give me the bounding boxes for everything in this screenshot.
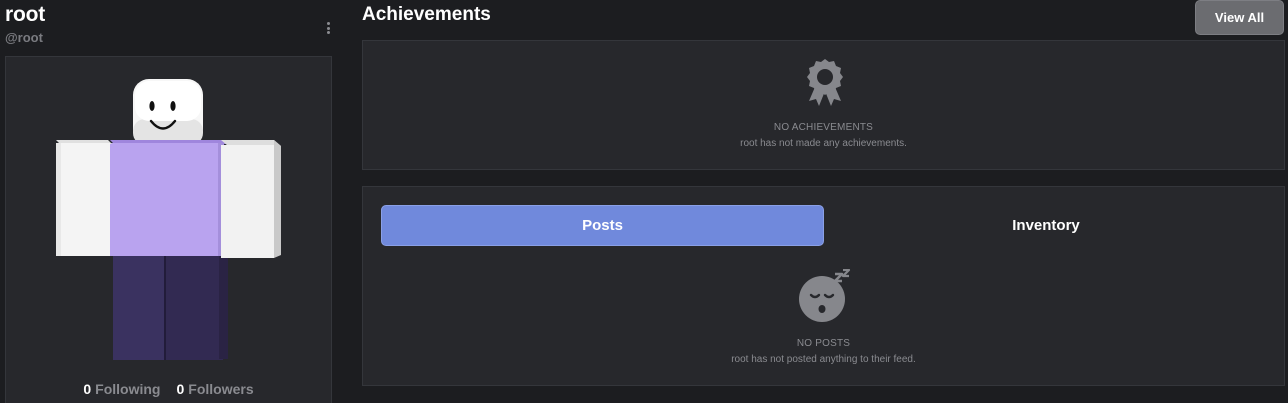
- posts-empty-message: root has not posted anything to their fe…: [731, 354, 916, 365]
- avatar-head: [133, 79, 203, 145]
- sleeping-face-icon: [799, 269, 851, 322]
- achievements-empty-message: root has not made any achievements.: [740, 138, 907, 149]
- profile-handle: @root: [5, 30, 43, 45]
- more-options-icon[interactable]: [322, 20, 334, 36]
- avatar-left-arm: [56, 140, 112, 256]
- follow-stats: 0 Following 0 Followers: [6, 381, 331, 397]
- profile-sidebar: root @root 0 Following 0 Followers: [0, 0, 340, 403]
- award-ribbon-icon: [807, 59, 843, 106]
- view-all-button[interactable]: View All: [1195, 0, 1284, 35]
- achievements-empty-title: NO ACHIEVEMENTS: [773, 122, 874, 133]
- followers-link[interactable]: 0 Followers: [176, 381, 253, 397]
- feed-panel: Posts Inventory NO POSTS root has not po…: [362, 186, 1285, 386]
- posts-empty-title: NO POSTS: [796, 338, 851, 349]
- profile-display-name: root: [5, 3, 46, 26]
- followers-label: Followers: [188, 381, 254, 397]
- following-label: Following: [95, 381, 161, 397]
- followers-count: 0: [176, 381, 185, 397]
- tab-inventory[interactable]: Inventory: [825, 205, 1267, 246]
- avatar-card: 0 Following 0 Followers: [5, 56, 332, 403]
- tab-posts[interactable]: Posts: [381, 205, 824, 246]
- achievements-title: Achievements: [362, 4, 491, 25]
- following-count: 0: [83, 381, 92, 397]
- avatar-legs: [113, 250, 228, 360]
- avatar-right-arm: [221, 140, 281, 258]
- avatar-torso: [110, 140, 228, 256]
- following-link[interactable]: 0 Following: [83, 381, 160, 397]
- achievements-panel: NO ACHIEVEMENTS root has not made any ac…: [362, 40, 1285, 170]
- avatar-render: [56, 79, 281, 360]
